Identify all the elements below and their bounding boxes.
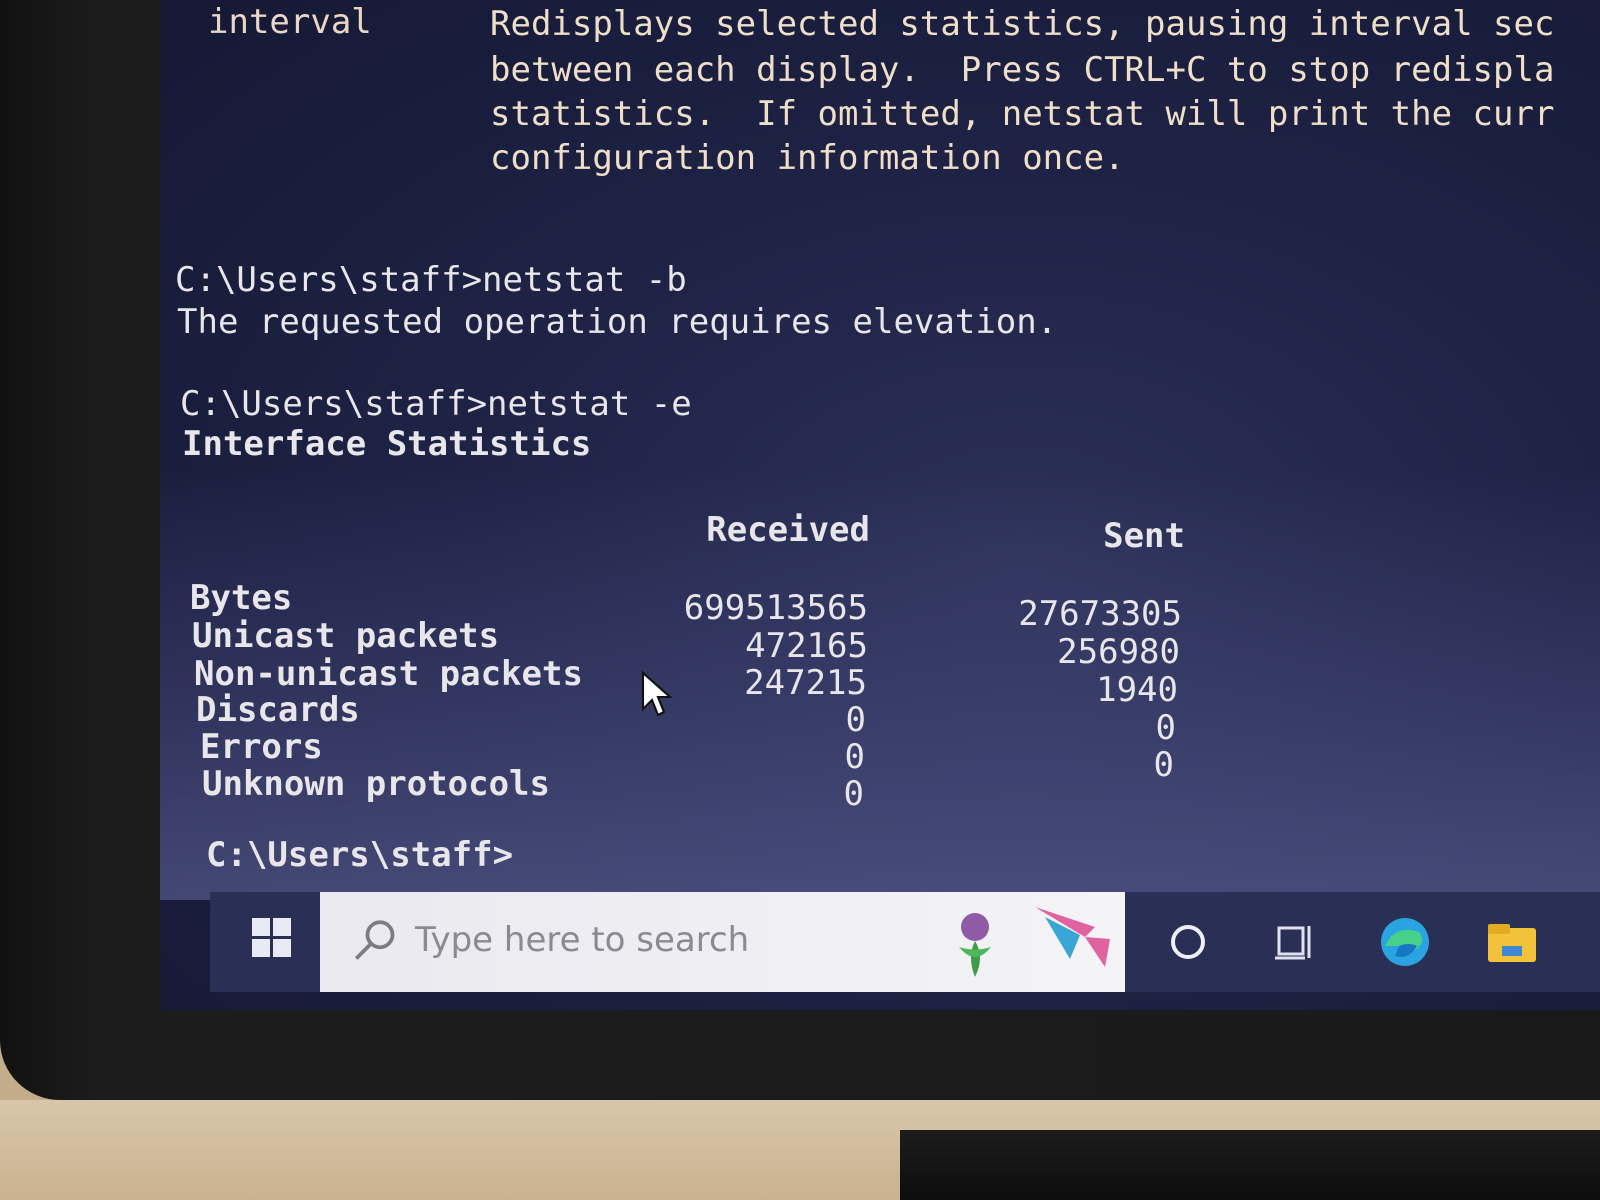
stat-label: Discards	[196, 690, 360, 730]
search-icon	[354, 920, 395, 960]
help-line: statistics. If omitted, netstat will pri…	[490, 94, 1555, 134]
command-prompt-window[interactable]: interval Redisplays selected statistics,…	[160, 0, 1600, 900]
mouse-cursor-icon	[641, 670, 673, 717]
help-line: configuration information once.	[490, 138, 1125, 178]
monitor-stand	[900, 1130, 1600, 1200]
stat-received: 472165	[745, 626, 868, 666]
stat-label: Bytes	[190, 578, 293, 618]
help-line: Redisplays selected statistics, pausing …	[490, 4, 1555, 44]
windows-start-icon[interactable]	[240, 906, 310, 976]
stat-sent: 0	[1153, 745, 1174, 785]
stat-sent: 27673305	[1018, 594, 1182, 634]
command-prompt[interactable]: C:\Users\staff>	[206, 835, 513, 876]
task-view-icon[interactable]	[1265, 912, 1325, 972]
file-explorer-icon[interactable]	[1482, 912, 1542, 972]
search-highlight-decoration-icon	[959, 907, 1110, 977]
stat-received: 0	[845, 700, 866, 740]
stat-sent: 1940	[1096, 670, 1178, 710]
taskbar-search-box[interactable]: Type here to search	[320, 892, 1125, 992]
stat-label: Unicast packets	[192, 616, 500, 656]
cortana-icon[interactable]	[1158, 912, 1218, 972]
command-output: The requested operation requires elevati…	[177, 302, 1058, 342]
stat-sent: 256980	[1057, 632, 1180, 672]
edge-icon[interactable]	[1375, 912, 1435, 972]
help-line: between each display. Press CTRL+C to st…	[490, 50, 1555, 90]
stat-received: 699513565	[683, 588, 868, 628]
help-option-key: interval	[208, 2, 372, 42]
stat-label: Unknown protocols	[202, 764, 550, 804]
search-placeholder: Type here to search	[415, 920, 750, 960]
command-line: C:\Users\staff>netstat -e	[180, 384, 692, 424]
command-output-title: Interface Statistics	[182, 424, 592, 464]
header-received: Received	[706, 510, 870, 550]
header-sent: Sent	[1103, 516, 1185, 556]
stat-received: 0	[843, 774, 864, 814]
taskbar: Type here to search	[210, 892, 1600, 992]
stat-label: Errors	[200, 727, 323, 767]
screen: interval Redisplays selected statistics,…	[160, 0, 1600, 1010]
stat-sent: 0	[1155, 708, 1176, 748]
stat-received: 0	[844, 737, 865, 777]
stat-received: 247215	[744, 663, 867, 703]
command-line: C:\Users\staff>netstat -b	[175, 260, 687, 300]
stat-label: Non-unicast packets	[194, 654, 583, 694]
